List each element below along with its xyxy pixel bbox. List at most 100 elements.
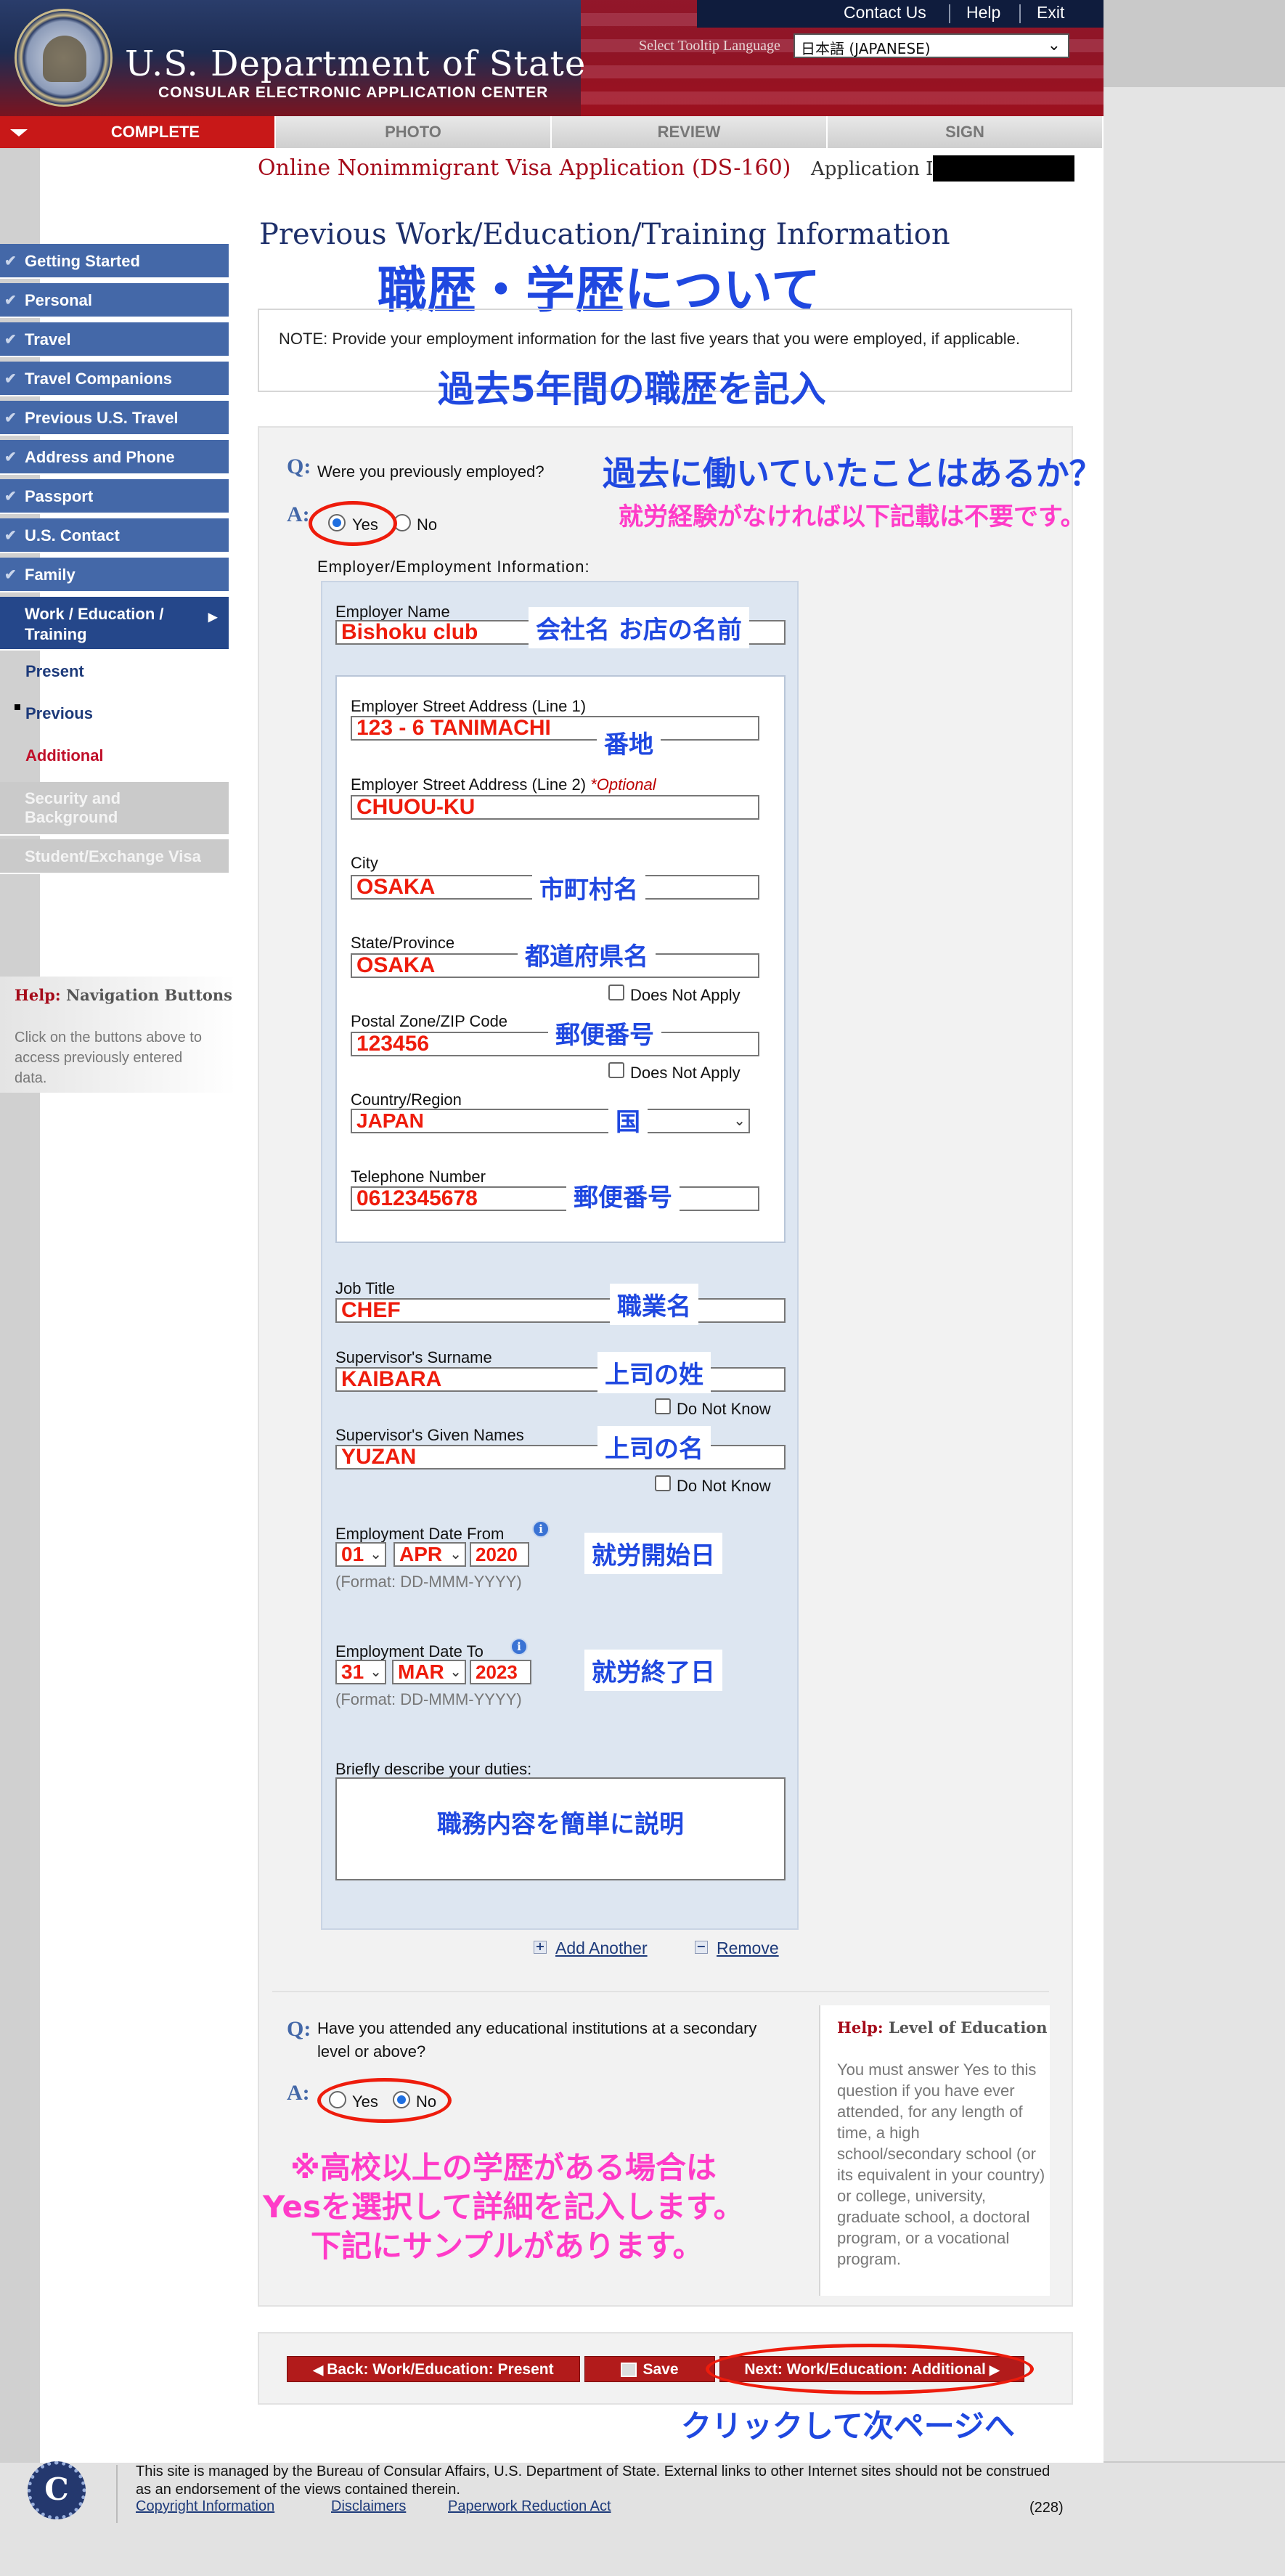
question-marker: Q: — [287, 455, 311, 478]
no-highlight-circle — [317, 2078, 452, 2123]
address1-input[interactable]: 123 - 6 TANIMACHI — [351, 716, 759, 741]
postal-annotation: 郵便番号 — [548, 1012, 661, 1053]
footer-text: This site is managed by the Bureau of Co… — [136, 2463, 1051, 2498]
q1-annotation: 過去に働いていたことはあるか？ — [603, 454, 1103, 493]
phone-annotation: 郵便番号 — [566, 1175, 680, 1216]
save-button[interactable]: Save — [584, 2356, 715, 2382]
job-title-input[interactable]: CHEF — [335, 1298, 786, 1323]
from-month-select[interactable]: APR ⌄ — [393, 1542, 466, 1567]
date-from-annotation: 就労開始日 — [584, 1533, 722, 1574]
sidebar-item-passport[interactable]: Passport — [0, 479, 229, 514]
remove-icon[interactable]: − — [695, 1941, 708, 1954]
sidebar-subitem-additional[interactable]: Additional — [25, 746, 104, 765]
chevron-down-icon: ⌄ — [449, 1664, 462, 1680]
current-page-bullet — [15, 704, 20, 710]
supervisor-surname-label: Supervisor's Surname — [335, 1348, 492, 1366]
add-another-link[interactable]: Add Another — [555, 1939, 648, 1958]
util-separator — [1019, 4, 1021, 23]
phone-input[interactable]: 0612345678 — [351, 1186, 759, 1211]
chevron-down-icon: ⌄ — [1047, 36, 1061, 54]
util-separator — [949, 4, 950, 23]
postal-label: Postal Zone/ZIP Code — [351, 1012, 508, 1030]
to-year-input[interactable]: 2023 — [470, 1660, 531, 1684]
tab-review[interactable]: REVIEW — [552, 116, 828, 148]
duties-annotation: 職務内容を簡単に説明 — [437, 1810, 684, 1839]
menu-toggle-icon[interactable] — [0, 116, 36, 148]
q1-note-annotation: 就労経験がなければ以下記載は不要です。 — [619, 502, 1085, 531]
question-education: Have you attended any educational instit… — [317, 2019, 757, 2061]
employer-name-annotation: 会社名 お店の名前 — [529, 607, 749, 648]
contact-us-link[interactable]: Contact Us — [844, 3, 926, 23]
info-icon[interactable]: i — [532, 1520, 550, 1538]
application-id-redacted — [933, 155, 1074, 182]
supervisor-given-input[interactable]: YUZAN — [335, 1445, 786, 1470]
sidebar-subitem-present[interactable]: Present — [25, 662, 84, 681]
surname-do-not-know-checkbox[interactable] — [655, 1398, 671, 1414]
question-previously-employed: Were you previously employed? — [317, 462, 544, 481]
copyright-link[interactable]: Copyright Information — [136, 2498, 274, 2515]
state-label: State/Province — [351, 934, 455, 952]
yes-highlight-circle — [309, 501, 397, 546]
supervisor-surname-input[interactable]: KAIBARA — [335, 1367, 786, 1392]
chevron-down-icon: ⌄ — [370, 1664, 382, 1680]
section-divider — [272, 1991, 1049, 1992]
education-note-line3: 下記にサンプルがあります。 — [311, 2228, 703, 2264]
sidebar-item-personal[interactable]: Personal — [0, 283, 229, 318]
note-text: NOTE: Provide your employment informatio… — [279, 330, 1021, 348]
given-do-not-know-checkbox[interactable] — [655, 1475, 671, 1491]
next-annotation: クリックして次ページへ — [681, 2408, 1015, 2444]
postal-does-not-apply-checkbox[interactable] — [608, 1062, 624, 1078]
from-day-select[interactable]: 01 ⌄ — [335, 1542, 386, 1567]
paperwork-link[interactable]: Paperwork Reduction Act — [448, 2498, 611, 2515]
country-label: Country/Region — [351, 1091, 462, 1109]
city-label: City — [351, 854, 378, 872]
page-title: Previous Work/Education/Training Informa… — [259, 218, 950, 251]
sidebar-item-work-education[interactable]: Work / Education / Training — [0, 597, 229, 651]
to-month-select[interactable]: MAR ⌄ — [392, 1660, 466, 1684]
sidebar-item-travel[interactable]: Travel — [0, 322, 229, 357]
sidebar-item-us-contact[interactable]: U.S. Contact — [0, 518, 229, 553]
country-select[interactable]: JAPAN ⌄ — [351, 1109, 750, 1133]
tooltip-language-label: Select Tooltip Language — [639, 38, 780, 54]
help-education-text: You must answer Yes to this question if … — [837, 2061, 1045, 2268]
sidebar-item-address-and-phone[interactable]: Address and Phone — [0, 440, 229, 475]
remove-link[interactable]: Remove — [717, 1939, 779, 1958]
right-gutter — [1104, 87, 1285, 2461]
city-annotation: 市町村名 — [532, 867, 645, 908]
chevron-down-icon: ⌄ — [370, 1546, 382, 1562]
progress-tabs: COMPLETE PHOTO REVIEW SIGN — [0, 116, 1104, 148]
address2-input[interactable]: CHUOU-KU — [351, 795, 759, 820]
from-year-input[interactable]: 2020 — [470, 1542, 529, 1567]
department-subtitle: CONSULAR ELECTRONIC APPLICATION CENTER — [158, 84, 549, 101]
sidebar-item-family[interactable]: Family — [0, 558, 229, 592]
back-button[interactable]: ◀ Back: Work/Education: Present — [287, 2356, 580, 2382]
given-do-not-know-label: Do Not Know — [677, 1477, 771, 1495]
sidebar-item-security: Security and Background — [0, 782, 229, 836]
supervisor-surname-annotation: 上司の姓 — [597, 1352, 711, 1393]
add-icon[interactable]: + — [534, 1941, 547, 1954]
info-icon[interactable]: i — [510, 1638, 528, 1655]
answer-marker: A: — [287, 2081, 310, 2105]
tooltip-language-select[interactable]: 日本語 (JAPANESE) ⌄ — [794, 33, 1069, 58]
next-highlight-circle — [706, 2344, 1034, 2394]
sidebar-subitem-previous[interactable]: Previous — [25, 704, 93, 723]
sidebar-item-getting-started[interactable]: Getting Started — [0, 244, 229, 279]
to-day-select[interactable]: 31 ⌄ — [335, 1660, 386, 1684]
surname-do-not-know-label: Do Not Know — [677, 1400, 771, 1418]
sidebar-item-travel-companions[interactable]: Travel Companions — [0, 362, 229, 396]
tab-complete[interactable]: COMPLETE — [36, 116, 276, 148]
application-id-label: Application ID — [811, 158, 949, 180]
tab-sign[interactable]: SIGN — [828, 116, 1104, 148]
disclaimers-link[interactable]: Disclaimers — [331, 2498, 406, 2515]
exit-link[interactable]: Exit — [1037, 3, 1064, 23]
help-link[interactable]: Help — [966, 3, 1000, 23]
site-header: Contact Us Help Exit U.S. Department of … — [0, 0, 1104, 116]
address1-annotation: 番地 — [597, 722, 661, 763]
sidebar-item-previous-us-travel[interactable]: Previous U.S. Travel — [0, 401, 229, 436]
duties-label: Briefly describe your duties: — [335, 1760, 532, 1778]
supervisor-given-label: Supervisor's Given Names — [335, 1426, 524, 1444]
tab-photo[interactable]: PHOTO — [276, 116, 552, 148]
chevron-down-icon: ⌄ — [449, 1546, 462, 1562]
save-icon — [621, 2363, 637, 2378]
state-does-not-apply-checkbox[interactable] — [608, 985, 624, 1000]
